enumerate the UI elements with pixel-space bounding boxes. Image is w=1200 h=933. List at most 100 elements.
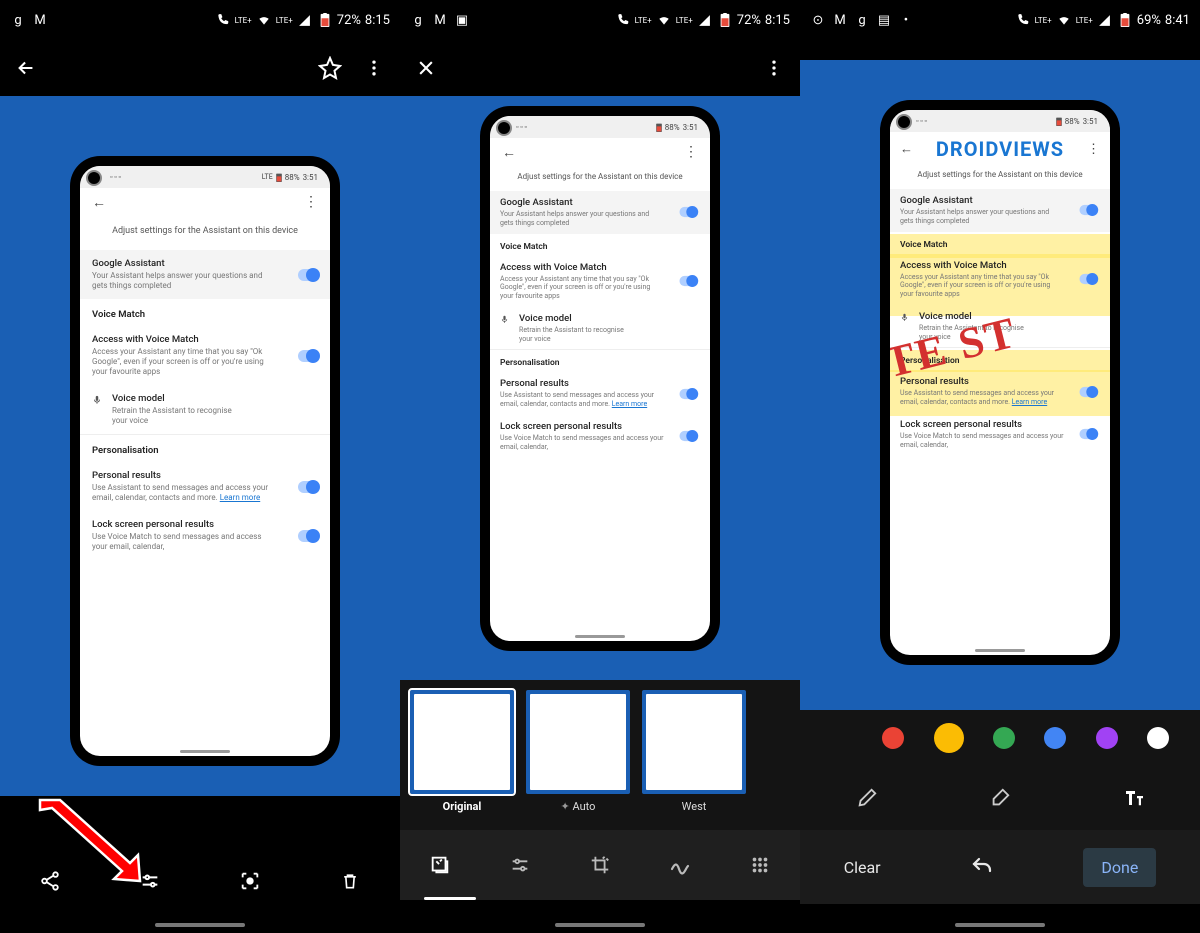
clock: 8:15 bbox=[365, 13, 390, 28]
battery-icon bbox=[317, 12, 333, 28]
color-white[interactable] bbox=[1147, 727, 1169, 749]
phone-status-bar: ▫ ▫ ▫ LTE 88% 3:51 bbox=[80, 166, 330, 188]
notif-icon: M bbox=[32, 12, 48, 28]
signal-icon bbox=[697, 12, 713, 28]
tab-crop[interactable] bbox=[586, 851, 614, 879]
undo-button[interactable] bbox=[968, 853, 996, 881]
panel-markup-editor: ⊙ M g ▤ • LTE+ LTE+ 69% 8:41 ▫ ▫ ▫ bbox=[800, 0, 1200, 933]
markup-tools-row bbox=[800, 766, 1200, 830]
battery-pct: 72% bbox=[337, 13, 361, 28]
toggle-on bbox=[298, 530, 318, 542]
close-button[interactable] bbox=[412, 54, 440, 82]
notif-icon: M bbox=[432, 12, 448, 28]
color-picker-row bbox=[800, 710, 1200, 766]
color-blue[interactable] bbox=[1044, 727, 1066, 749]
phone-status-bar: ▫ ▫ ▫ 88%3:51 bbox=[490, 116, 710, 138]
color-black[interactable] bbox=[831, 727, 853, 749]
image-canvas[interactable]: ▫ ▫ ▫ 88%3:51 ← DROIDVIEWS ⋮ Adjust sett… bbox=[800, 60, 1200, 710]
wifi-icon bbox=[1056, 12, 1072, 28]
overflow-menu-button[interactable] bbox=[360, 54, 388, 82]
notif-icon: ▤ bbox=[876, 12, 892, 28]
home-indicator bbox=[955, 923, 1045, 927]
panel-photo-editor: g M ▣ LTE+ LTE+ 72% 8:15 ▫ ▫ ▫ bbox=[400, 0, 800, 933]
settings-row-personal-results: Personal results Use Assistant to send m… bbox=[80, 462, 330, 511]
section-voice-match: Voice Match bbox=[80, 299, 330, 326]
image-canvas: ▫ ▫ ▫ 88%3:51 ←⋮ Adjust settings for the… bbox=[400, 96, 800, 680]
phone-appbar: ← ⋮ bbox=[80, 188, 330, 216]
pen-tool[interactable] bbox=[853, 784, 881, 812]
notif-icon: M bbox=[832, 12, 848, 28]
overflow-menu-button[interactable] bbox=[760, 54, 788, 82]
toggle-on bbox=[298, 269, 318, 281]
text-annotation-droidviews[interactable]: DROIDVIEWS bbox=[936, 137, 1064, 161]
favorite-star-button[interactable] bbox=[316, 54, 344, 82]
phone-mock: ▫ ▫ ▫ 88%3:51 ← DROIDVIEWS ⋮ Adjust sett… bbox=[880, 100, 1120, 665]
tab-more[interactable] bbox=[746, 851, 774, 879]
filter-strip: Original ✦ Auto West bbox=[400, 680, 800, 830]
viewer-bottom-bar bbox=[0, 849, 400, 913]
notif-dot: • bbox=[898, 12, 914, 28]
done-button[interactable]: Done bbox=[1083, 848, 1156, 887]
notif-icon: ⊙ bbox=[810, 12, 826, 28]
battery-icon bbox=[717, 12, 733, 28]
markup-action-bar: Clear Done bbox=[800, 830, 1200, 904]
color-purple[interactable] bbox=[1096, 727, 1118, 749]
back-arrow-icon: ← bbox=[92, 194, 106, 211]
edit-button[interactable] bbox=[136, 867, 164, 895]
editor-tabs bbox=[400, 830, 800, 900]
signal-icon bbox=[1097, 12, 1113, 28]
settings-header: Adjust settings for the Assistant on thi… bbox=[80, 216, 330, 250]
notif-icon: ▣ bbox=[454, 12, 470, 28]
delete-button[interactable] bbox=[336, 867, 364, 895]
panel-photo-viewer: g M LTE+ LTE+ 72% 8:15 bbox=[0, 0, 400, 933]
toggle-on bbox=[298, 481, 318, 493]
tab-adjust[interactable] bbox=[506, 851, 534, 879]
viewer-appbar bbox=[0, 40, 400, 96]
notif-icon: g bbox=[854, 12, 870, 28]
status-bar: ⊙ M g ▤ • LTE+ LTE+ 69% 8:41 bbox=[800, 0, 1200, 40]
phone-mock: ▫ ▫ ▫ 88%3:51 ←⋮ Adjust settings for the… bbox=[480, 106, 720, 651]
color-green[interactable] bbox=[993, 727, 1015, 749]
filter-west[interactable]: West bbox=[642, 690, 746, 813]
wifi-icon bbox=[256, 12, 272, 28]
gesture-bar bbox=[180, 750, 230, 753]
status-bar: g M LTE+ LTE+ 72% 8:15 bbox=[0, 0, 400, 40]
home-indicator bbox=[555, 923, 645, 927]
phone-mock: ▫ ▫ ▫ LTE 88% 3:51 ← ⋮ Adjust settings f… bbox=[70, 156, 340, 766]
image-canvas: ▫ ▫ ▫ LTE 88% 3:51 ← ⋮ Adjust settings f… bbox=[0, 96, 400, 796]
text-tool[interactable] bbox=[1119, 784, 1147, 812]
wifi-icon bbox=[656, 12, 672, 28]
back-button[interactable] bbox=[12, 54, 40, 82]
settings-row-access-voice-match: Access with Voice Match Access your Assi… bbox=[80, 326, 330, 385]
status-bar: g M ▣ LTE+ LTE+ 72% 8:15 bbox=[400, 0, 800, 40]
settings-row-google-assistant: Google Assistant Your Assistant helps an… bbox=[80, 250, 330, 299]
lens-button[interactable] bbox=[236, 867, 264, 895]
call-icon bbox=[1015, 12, 1031, 28]
tab-markup[interactable] bbox=[666, 851, 694, 879]
section-personalisation: Personalisation bbox=[80, 435, 330, 462]
highlighter-tool[interactable] bbox=[986, 784, 1014, 812]
filter-original[interactable]: Original bbox=[410, 690, 514, 813]
camera-hole bbox=[86, 170, 102, 186]
overflow-icon: ⋮ bbox=[304, 194, 318, 210]
lte-label: LTE+ bbox=[235, 16, 252, 25]
filter-auto[interactable]: ✦ Auto bbox=[526, 690, 630, 813]
notif-icon: g bbox=[10, 12, 26, 28]
notif-icon: g bbox=[410, 12, 426, 28]
mic-icon bbox=[92, 394, 102, 426]
home-indicator bbox=[155, 923, 245, 927]
settings-row-voice-model: Voice model Retrain the Assistant to rec… bbox=[80, 385, 330, 434]
share-button[interactable] bbox=[36, 867, 64, 895]
call-icon bbox=[615, 12, 631, 28]
call-icon bbox=[215, 12, 231, 28]
battery-icon bbox=[1117, 12, 1133, 28]
color-yellow[interactable] bbox=[934, 723, 964, 753]
settings-row-lock-screen: Lock screen personal results Use Voice M… bbox=[80, 511, 330, 560]
toggle-on bbox=[298, 350, 318, 362]
signal-icon bbox=[297, 12, 313, 28]
editor-appbar bbox=[400, 40, 800, 96]
clear-button[interactable]: Clear bbox=[844, 858, 881, 877]
tab-filters[interactable] bbox=[426, 851, 454, 879]
color-red[interactable] bbox=[882, 727, 904, 749]
lte-label: LTE+ bbox=[276, 16, 293, 25]
